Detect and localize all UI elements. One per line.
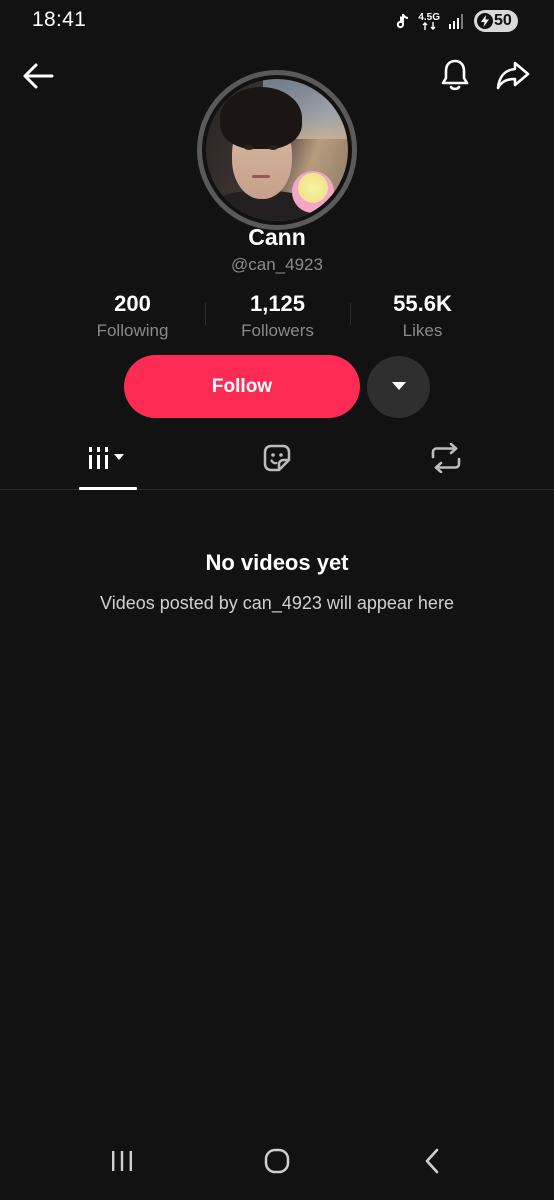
stat-followers-label: Followers [241,321,314,340]
stat-followers[interactable]: 1,125 Followers [205,291,350,341]
stat-likes-value: 55.6K [393,291,452,316]
recents-icon [109,1149,135,1178]
system-back-button[interactable] [402,1140,462,1186]
stat-followers-value: 1,125 [249,291,306,316]
avatar-photo-eye [268,145,278,150]
empty-state-subtitle: Videos posted by can_4923 will appear he… [100,593,454,613]
repost-icon [429,442,463,478]
stat-following-label: Following [96,321,169,340]
stat-likes-label: Likes [402,321,443,340]
battery-indicator: 50 [474,10,518,32]
nav-back-icon [422,1147,442,1180]
status-time: 18:41 [32,8,87,31]
videos-grid-icon [87,445,129,476]
avatar [206,79,348,221]
tiktok-note-icon [396,13,410,29]
share-button[interactable] [492,56,534,98]
avatar-ring[interactable] [197,70,357,230]
profile-tabs [0,432,554,490]
charging-bolt-icon [477,13,493,29]
home-icon [263,1147,291,1180]
network-type-label: 4.5G [418,11,440,23]
profile-stats: 200 Following 1,125 Followers 55.6K Like… [60,291,494,345]
network-arrows-icon: 4.5G [418,11,440,30]
follow-button[interactable]: Follow [124,355,360,418]
empty-state-title: No videos yet [205,550,349,575]
status-bar: 18:41 4.5G 50 [0,0,554,44]
display-name: Cann [248,224,306,250]
stat-likes[interactable]: 55.6K Likes [350,291,495,341]
caret-down-icon [391,378,407,396]
avatar-photo-mouth [252,175,270,178]
suggested-accounts-button[interactable] [367,356,430,418]
home-button[interactable] [247,1140,307,1186]
notifications-button[interactable] [434,56,476,98]
stat-following[interactable]: 200 Following [60,291,205,341]
tab-selected-indicator [79,487,137,490]
tab-videos[interactable] [58,432,158,488]
back-button[interactable] [18,58,58,98]
sticker-icon [262,443,292,478]
share-icon [496,60,530,95]
avatar-photo-pony-sticker [292,171,334,213]
back-arrow-icon [22,62,54,95]
avatar-photo-hair [220,87,302,149]
bell-icon [440,58,470,97]
tab-stickers[interactable] [227,432,327,488]
username-handle: @can_4923 [231,255,323,274]
battery-level: 50 [494,12,512,29]
signal-bars-icon [448,13,466,29]
recents-button[interactable] [92,1140,152,1186]
stat-following-value: 200 [114,291,151,316]
avatar-photo-eye [244,145,254,150]
status-icons: 4.5G 50 [396,9,518,33]
tab-reposts[interactable] [396,432,496,488]
